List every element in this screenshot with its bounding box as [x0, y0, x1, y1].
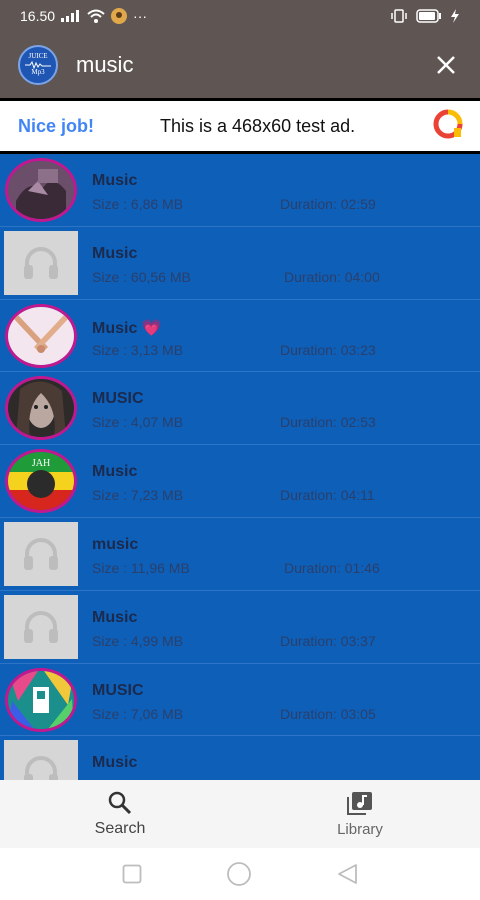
back-button[interactable]	[336, 863, 358, 885]
nav-search-label: Search	[94, 820, 146, 837]
search-query-title: music	[76, 52, 134, 77]
recent-apps-button[interactable]	[122, 864, 142, 884]
track-title: Music	[92, 172, 138, 189]
track-title: Music	[92, 244, 138, 262]
system-nav-bar	[0, 848, 480, 900]
track-size: Size : 4,07 MB	[92, 414, 184, 431]
track-artwork	[4, 376, 78, 441]
battery-icon	[416, 9, 442, 23]
bottom-navigation: Search Library	[0, 780, 480, 848]
track-duration: Duration: 03:37	[280, 632, 376, 649]
track-duration: Duration: 02:53	[280, 414, 376, 431]
headphones-icon	[4, 594, 78, 659]
ad-banner[interactable]: Nice job! This is a 468x60 test ad.	[0, 98, 480, 154]
library-music-icon	[347, 791, 372, 815]
status-bar: 16.50 ···	[0, 0, 480, 32]
track-title: Music 💗	[92, 319, 162, 337]
wifi-icon	[87, 9, 105, 23]
logo-text-top: JUICE	[28, 52, 48, 61]
track-duration: Duration: 04:00	[284, 268, 380, 285]
track-row[interactable]: Music Size : 6,86 MB Duration: 02:59	[0, 154, 480, 227]
notification-avatar-icon	[111, 8, 128, 24]
circle-icon	[227, 862, 251, 886]
ad-text: This is a 468x60 test ad.	[160, 115, 356, 136]
track-artwork	[4, 667, 78, 732]
app-logo: JUICE Mp3	[18, 45, 58, 85]
track-row[interactable]: JAH Music Size : 7,23 MB Duration: 04:11	[0, 445, 480, 518]
nav-library[interactable]: Library	[240, 780, 480, 848]
track-list: Music Size : 6,86 MB Duration: 02:59 Music S…	[0, 154, 480, 780]
track-size: Size : 60,56 MB	[92, 268, 191, 285]
headphones-icon	[4, 740, 78, 780]
track-duration: Duration: 03:05	[280, 705, 376, 722]
track-row[interactable]: music Size : 11,96 MB Duration: 01:46	[0, 518, 480, 591]
signal-icon	[61, 10, 81, 22]
app-bar: JUICE Mp3 music	[0, 32, 480, 98]
track-row[interactable]: Music 💗 Size : 3,13 MB Duration: 03:23	[0, 300, 480, 373]
back-triangle-icon	[338, 864, 357, 884]
headphones-icon	[4, 230, 78, 295]
nav-library-label: Library	[337, 820, 383, 838]
status-time: 16.50	[20, 8, 56, 24]
track-row[interactable]: Music Size : 60,56 MB Duration: 04:00	[0, 227, 480, 300]
logo-text-bottom: Mp3	[31, 68, 45, 76]
track-size: Size : 3,13 MB	[92, 341, 184, 358]
svg-text:JAH: JAH	[32, 458, 50, 469]
vibrate-icon	[390, 9, 408, 23]
search-icon	[108, 791, 132, 815]
track-title: music	[92, 535, 139, 553]
track-size: Size : 7,23 MB	[92, 487, 184, 504]
home-button[interactable]	[226, 861, 252, 887]
headphones-icon	[4, 521, 78, 586]
track-artwork	[4, 158, 78, 222]
square-icon	[122, 864, 142, 884]
track-row[interactable]: Music	[0, 736, 480, 780]
status-more-dots: ···	[133, 8, 148, 24]
nav-search[interactable]: Search	[0, 780, 240, 848]
track-row[interactable]: MUSIC Size : 4,07 MB Duration: 02:53	[0, 372, 480, 446]
track-duration: Duration: 02:59	[280, 196, 376, 212]
track-size: Size : 7,06 MB	[92, 705, 184, 722]
ad-logo-icon	[432, 108, 464, 145]
track-size: Size : 4,99 MB	[92, 632, 184, 649]
track-title: Music	[92, 608, 138, 626]
track-duration: Duration: 01:46	[284, 559, 380, 576]
track-duration: Duration: 04:11	[280, 487, 375, 504]
close-icon	[437, 56, 455, 74]
close-button[interactable]	[430, 49, 462, 81]
track-title: Music	[92, 754, 138, 772]
track-row[interactable]: MUSIC Size : 7,06 MB Duration: 03:05	[0, 664, 480, 737]
track-artwork	[4, 303, 78, 368]
track-size: Size : 6,86 MB	[92, 196, 184, 212]
track-size: Size : 11,96 MB	[92, 559, 190, 576]
track-title: MUSIC	[92, 681, 144, 699]
track-row[interactable]: Music Size : 4,99 MB Duration: 03:37	[0, 591, 480, 664]
track-duration: Duration: 03:23	[280, 341, 376, 358]
ad-nice-job: Nice job!	[18, 115, 95, 136]
track-title: MUSIC	[92, 390, 144, 408]
track-artwork: JAH	[4, 449, 78, 514]
charging-icon	[450, 9, 460, 23]
track-title: Music	[92, 463, 138, 481]
